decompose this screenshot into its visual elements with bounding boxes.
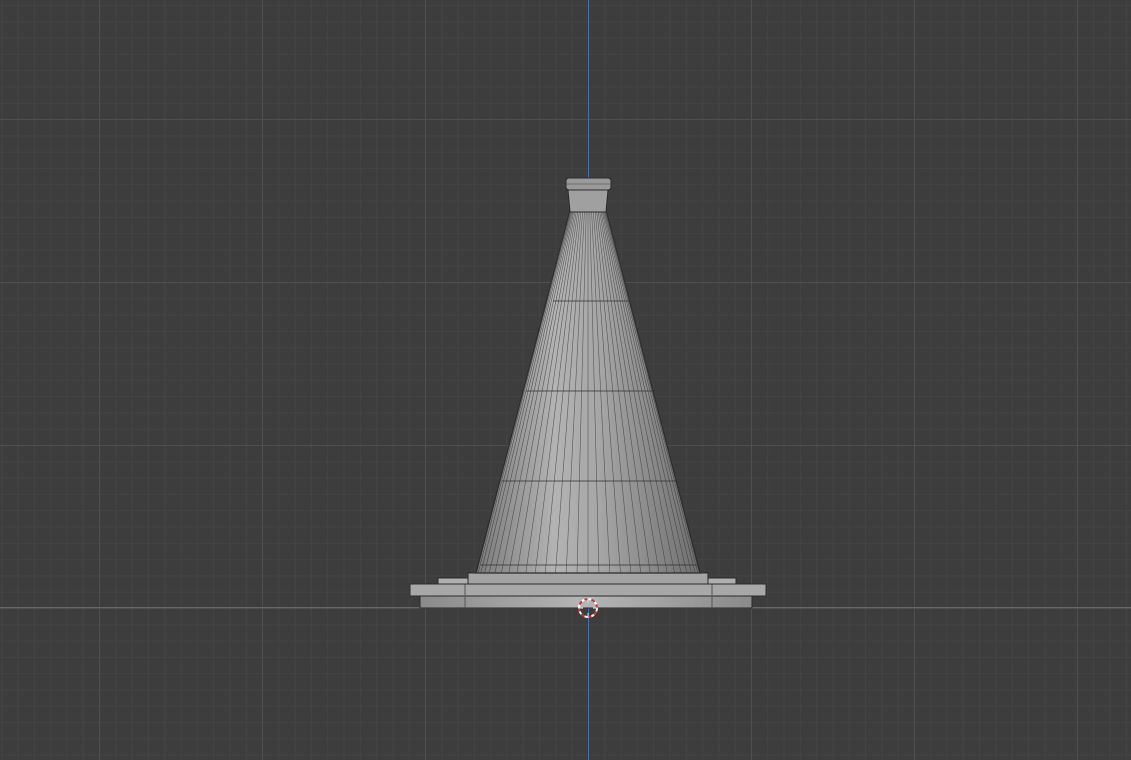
cone-top [565, 177, 612, 213]
cone-body [475, 209, 701, 574]
3d-viewport[interactable] [0, 0, 1131, 760]
traffic-cone-mesh[interactable] [0, 0, 1131, 760]
